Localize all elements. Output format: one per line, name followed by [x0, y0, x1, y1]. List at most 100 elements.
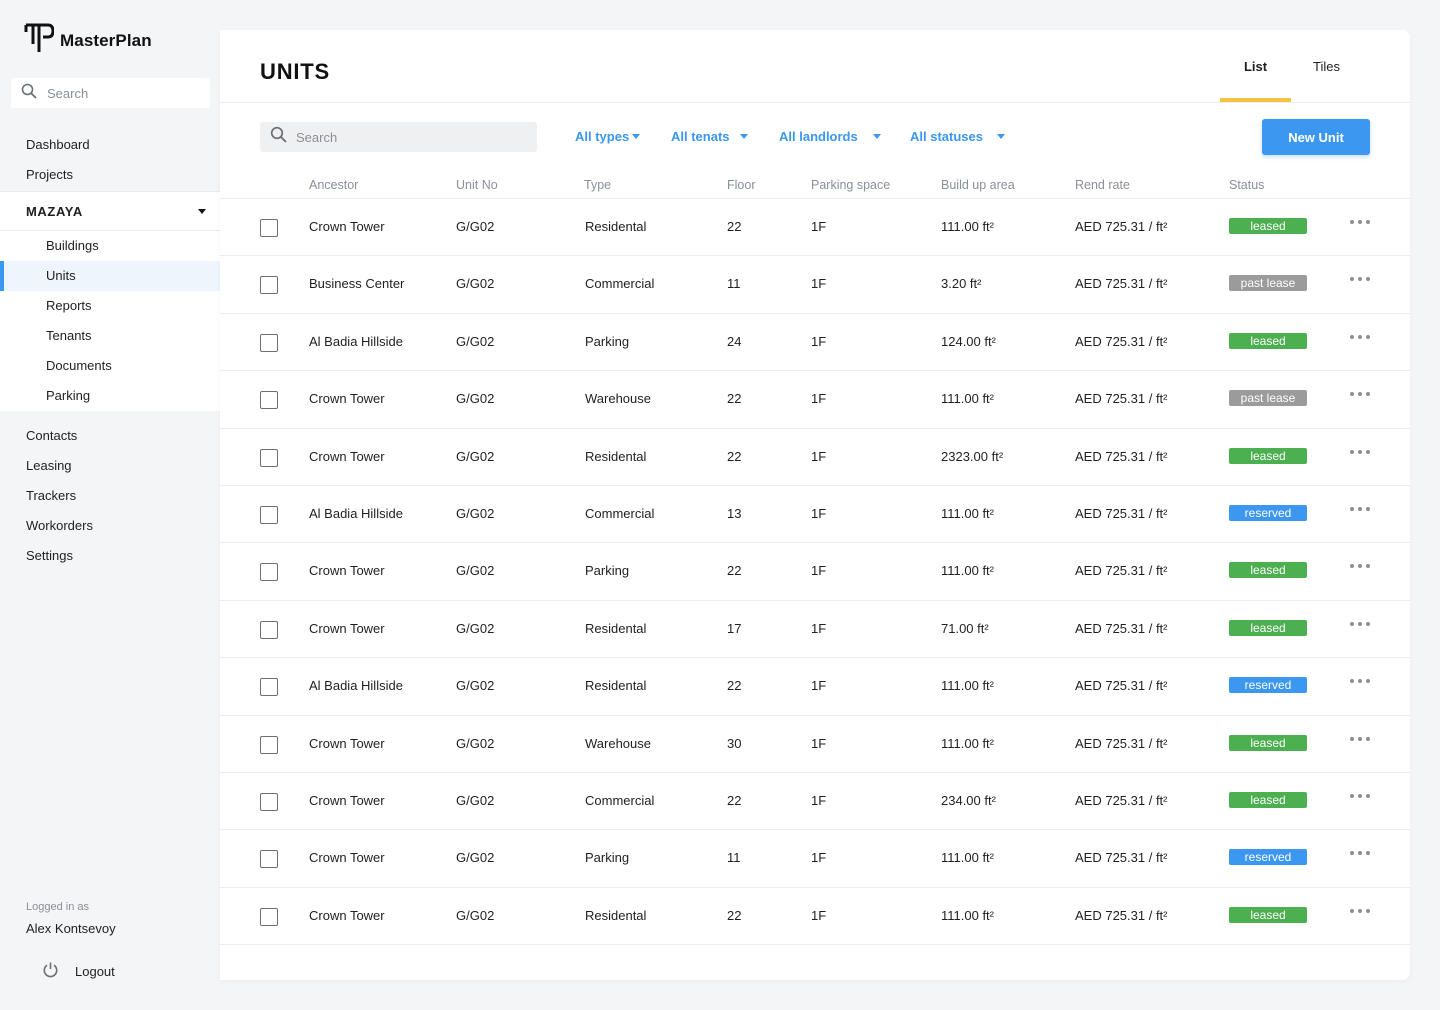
filter-types[interactable]: All types: [575, 129, 641, 144]
more-dots-icon[interactable]: [1350, 730, 1370, 748]
cell-floor: 30: [727, 735, 742, 751]
filter-landlords[interactable]: All landlords: [779, 129, 881, 144]
app-logo[interactable]: MasterPlan: [24, 22, 152, 59]
cell-build-up-area: 111.00 ft²: [941, 907, 994, 923]
table-row[interactable]: Crown Tower G/G02 Parking 22 1F 111.00 ft² AED…: [220, 543, 1410, 601]
more-dots-icon[interactable]: [1350, 328, 1370, 346]
more-dots-icon[interactable]: [1350, 443, 1370, 461]
cell-parking-space: 1F: [811, 620, 827, 636]
more-dots-icon[interactable]: [1350, 615, 1370, 633]
more-dots-icon[interactable]: [1350, 844, 1370, 862]
row-checkbox[interactable]: [260, 219, 278, 237]
nav-item-contacts[interactable]: Contacts: [0, 421, 220, 451]
sidebar-item-documents[interactable]: Documents: [0, 351, 220, 381]
sidebar: MasterPlan Dashboard Projects MAZAYA Bui…: [0, 0, 220, 1010]
filter-tenants-label: All tenats: [671, 129, 730, 144]
sidebar-item-tenants[interactable]: Tenants: [0, 321, 220, 351]
caret-down-icon: [996, 134, 1005, 139]
more-dots-icon[interactable]: [1350, 385, 1370, 403]
table-row[interactable]: Al Badia Hillside G/G02 Parking 24 1F 124.00 …: [220, 314, 1410, 372]
logout-button[interactable]: Logout: [26, 961, 115, 981]
more-dots-icon[interactable]: [1350, 500, 1370, 518]
sidebar-search-input[interactable]: [47, 85, 197, 101]
logout-label: Logout: [75, 963, 115, 979]
sidebar-item-buildings[interactable]: Buildings: [0, 231, 220, 261]
cell-build-up-area: 111.00 ft²: [941, 391, 994, 407]
filter-tenants[interactable]: All tenats: [671, 129, 748, 144]
table-header: Ancestor Unit No Type Floor Parking spac…: [220, 172, 1410, 199]
more-dots-icon[interactable]: [1350, 787, 1370, 805]
column-header-unit-no[interactable]: Unit No: [456, 178, 498, 192]
cell-type: Residental: [585, 620, 647, 636]
row-checkbox[interactable]: [260, 678, 278, 697]
table-row[interactable]: Crown Tower G/G02 Warehouse 22 1F 111.00 ft² A…: [220, 371, 1410, 429]
row-checkbox[interactable]: [260, 391, 278, 410]
column-header-ancestor[interactable]: Ancestor: [309, 178, 358, 192]
cell-parking-space: 1F: [811, 276, 827, 292]
cell-rend-rate: AED 725.31 / ft²: [1075, 276, 1168, 292]
more-dots-icon[interactable]: [1350, 672, 1370, 690]
cell-ancestor: Crown Tower: [309, 735, 385, 751]
more-dots-icon[interactable]: [1350, 557, 1370, 575]
more-dots-icon[interactable]: [1350, 902, 1370, 920]
nav-item-leasing[interactable]: Leasing: [0, 451, 220, 481]
column-header-rend-rate[interactable]: Rend rate: [1075, 178, 1130, 192]
table-row[interactable]: Crown Tower G/G02 Residental 22 1F 2323.00 ft…: [220, 429, 1410, 486]
caret-down-icon: [632, 134, 641, 139]
cell-unit-no: G/G02: [456, 219, 495, 234]
row-checkbox[interactable]: [260, 563, 278, 582]
column-header-parking-space[interactable]: Parking space: [811, 178, 890, 192]
project-group-header[interactable]: MAZAYA: [0, 191, 220, 231]
table-row[interactable]: Al Badia Hillside G/G02 Residental 22 1F 111.…: [220, 658, 1410, 716]
sidebar-search[interactable]: [11, 78, 210, 108]
row-checkbox[interactable]: [260, 620, 278, 639]
column-header-floor[interactable]: Floor: [727, 178, 755, 192]
sidebar-item-parking[interactable]: Parking: [0, 381, 220, 411]
cell-ancestor: Crown Tower: [309, 563, 385, 579]
row-checkbox[interactable]: [260, 276, 278, 295]
more-dots-icon[interactable]: [1350, 213, 1370, 231]
search-icon: [21, 83, 37, 104]
more-dots-icon[interactable]: [1350, 270, 1370, 288]
row-checkbox[interactable]: [260, 333, 278, 352]
table-row[interactable]: Crown Tower G/G02 Residental 22 1F 111.00 ft²…: [220, 888, 1410, 946]
cell-unit-no: G/G02: [456, 678, 495, 694]
table-row[interactable]: Business Center G/G02 Commercial 11 1F 3.20 f…: [220, 256, 1410, 314]
nav-item-dashboard[interactable]: Dashboard: [0, 130, 220, 160]
table-row[interactable]: Crown Tower G/G02 Residental 17 1F 71.00 ft² A…: [220, 601, 1410, 659]
row-checkbox[interactable]: [260, 792, 278, 811]
cell-unit-no: G/G02: [456, 850, 495, 866]
sidebar-item-units[interactable]: Units: [0, 261, 220, 291]
cell-parking-space: 1F: [811, 678, 827, 694]
row-checkbox[interactable]: [260, 907, 278, 926]
cell-rend-rate: AED 725.31 / ft²: [1075, 735, 1168, 751]
cell-build-up-area: 111.00 ft²: [941, 219, 994, 234]
nav-item-trackers[interactable]: Trackers: [0, 481, 220, 511]
column-header-build-up-area[interactable]: Build up area: [941, 178, 1015, 192]
table-row[interactable]: Crown Tower G/G02 Warehouse 30 1F 111.00 ft² A…: [220, 716, 1410, 773]
table-row[interactable]: Crown Tower G/G02 Residental 22 1F 111.00 ft²…: [220, 199, 1410, 257]
table-row[interactable]: Al Badia Hillside G/G02 Commercial 13 1F 111.…: [220, 486, 1410, 544]
new-unit-button[interactable]: New Unit: [1262, 119, 1370, 155]
nav-item-projects[interactable]: Projects: [0, 160, 220, 190]
row-checkbox[interactable]: [260, 505, 278, 524]
cell-type: Residental: [585, 678, 647, 694]
row-checkbox[interactable]: [260, 448, 278, 467]
units-search[interactable]: [260, 122, 537, 152]
sidebar-item-reports[interactable]: Reports: [0, 291, 220, 321]
table-row[interactable]: Crown Tower G/G02 Commercial 22 1F 234.00 ft²…: [220, 773, 1410, 831]
units-search-input[interactable]: [296, 129, 516, 145]
row-checkbox[interactable]: [260, 735, 278, 754]
project-group: MAZAYA Buildings Units Reports Tenants D…: [0, 191, 220, 411]
column-header-type[interactable]: Type: [584, 178, 611, 192]
column-header-status[interactable]: Status: [1229, 178, 1264, 192]
nav-item-settings[interactable]: Settings: [0, 541, 220, 571]
cell-rend-rate: AED 725.31 / ft²: [1075, 333, 1168, 349]
project-group-label: MAZAYA: [26, 203, 83, 219]
nav-item-workorders[interactable]: Workorders: [0, 511, 220, 541]
row-checkbox[interactable]: [260, 850, 278, 869]
filter-statuses[interactable]: All statuses: [910, 129, 1005, 144]
tab-list[interactable]: List: [1220, 30, 1291, 102]
tab-tiles[interactable]: Tiles: [1291, 30, 1362, 102]
table-row[interactable]: Crown Tower G/G02 Parking 11 1F 111.00 ft² AED…: [220, 830, 1410, 888]
